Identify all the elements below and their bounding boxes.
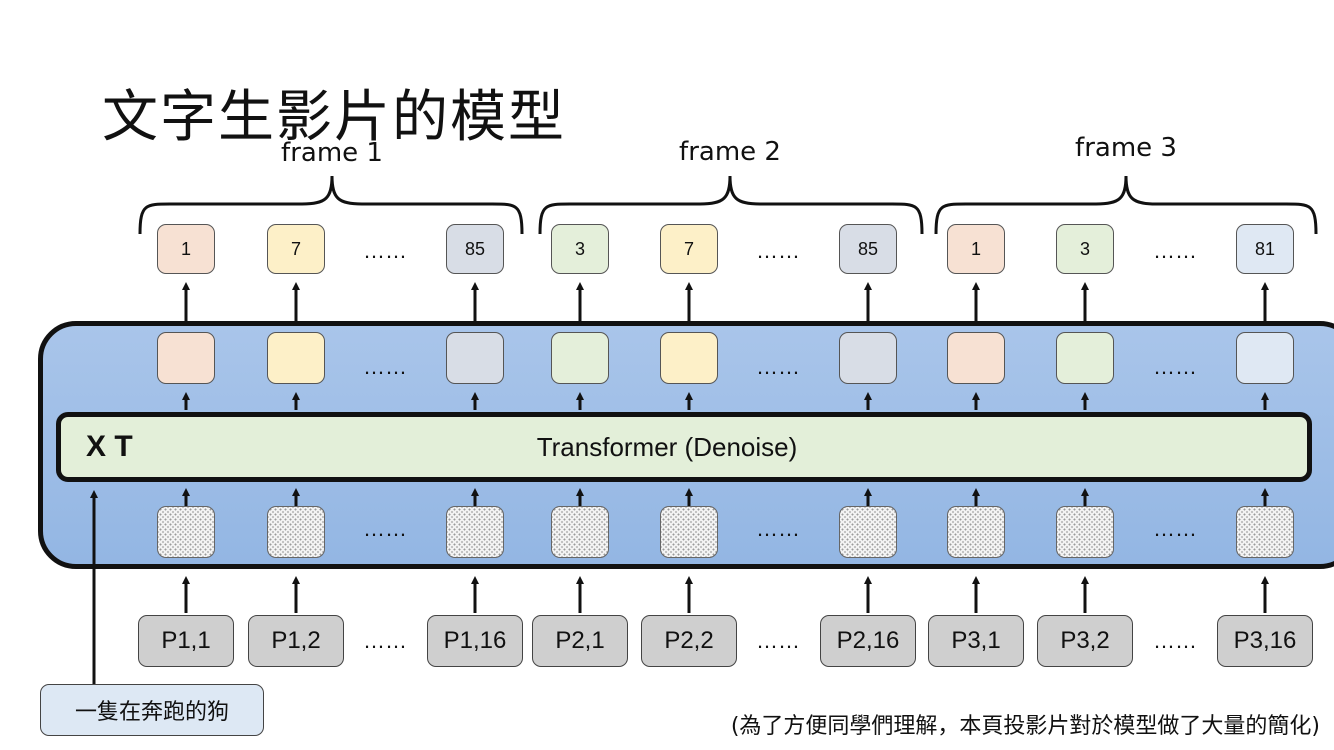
frame-brace-2 xyxy=(538,175,924,235)
connectors xyxy=(90,175,1318,684)
text-prompt-box: 一隻在奔跑的狗 xyxy=(40,684,264,736)
frame-brace-3 xyxy=(934,175,1318,235)
frame-brace-1 xyxy=(138,175,524,235)
simplification-note: (為了方便同學們理解，本頁投影片對於模型做了大量的簡化) xyxy=(730,714,1320,739)
